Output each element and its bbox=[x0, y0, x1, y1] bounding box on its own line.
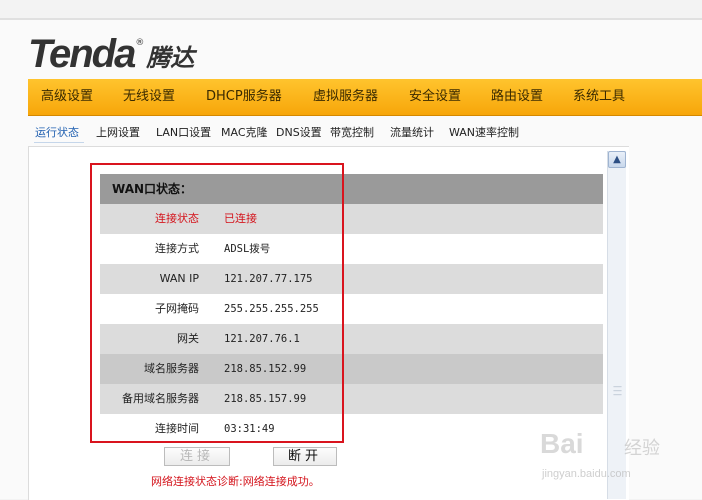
nav-wireless-settings[interactable]: 无线设置 bbox=[123, 79, 175, 115]
logo-registered-mark: ® bbox=[135, 38, 145, 48]
nav-virtual-server[interactable]: 虚拟服务器 bbox=[313, 79, 378, 115]
scroll-up-arrow-icon[interactable]: ▲ bbox=[608, 151, 626, 168]
nav-advanced-settings[interactable]: 高级设置 bbox=[41, 79, 93, 115]
nav-dhcp-server[interactable]: DHCP服务器 bbox=[206, 79, 282, 115]
watermark-logo: Bai bbox=[540, 428, 584, 459]
connection-diagnosis-message: 网络连接状态诊断:网络连接成功。 bbox=[151, 475, 320, 488]
subnav-active-indicator bbox=[34, 142, 84, 143]
connect-button[interactable]: 连接 bbox=[164, 447, 230, 466]
subnav-dns-settings[interactable]: DNS设置 bbox=[276, 122, 322, 144]
nav-system-tools[interactable]: 系统工具 bbox=[573, 79, 625, 115]
subnav-run-status[interactable]: 运行状态 bbox=[35, 122, 79, 144]
subnav-wan-speed-control[interactable]: WAN速率控制 bbox=[449, 122, 519, 144]
nav-routing-settings[interactable]: 路由设置 bbox=[491, 79, 543, 115]
nav-security-settings[interactable]: 安全设置 bbox=[409, 79, 461, 115]
disconnect-button[interactable]: 断开 bbox=[273, 447, 337, 466]
subnav-bandwidth-control[interactable]: 带宽控制 bbox=[330, 122, 374, 144]
logo-brand-text: Tenda bbox=[28, 32, 136, 76]
subnav-internet-settings[interactable]: 上网设置 bbox=[96, 122, 140, 144]
subnav-traffic-stats[interactable]: 流量统计 bbox=[390, 122, 434, 144]
baidu-jingyan-watermark: Bai 经验 jingyan.baidu.com bbox=[540, 428, 700, 488]
subnav-lan-settings[interactable]: LAN口设置 bbox=[156, 122, 211, 144]
main-navigation: 高级设置 无线设置 DHCP服务器 虚拟服务器 安全设置 路由设置 系统工具 bbox=[28, 79, 702, 116]
watermark-chinese: 经验 bbox=[624, 438, 660, 459]
sub-navigation: 运行状态 上网设置 LAN口设置 MAC克隆 DNS设置 带宽控制 流量统计 W… bbox=[28, 122, 702, 144]
tenda-logo: Tenda ® 腾达 bbox=[28, 30, 194, 74]
annotation-highlight-box bbox=[90, 163, 344, 443]
subnav-mac-clone[interactable]: MAC克隆 bbox=[221, 122, 268, 144]
watermark-url: jingyan.baidu.com bbox=[542, 468, 631, 480]
logo-chinese-text: 腾达 bbox=[146, 44, 195, 72]
scroll-grip-icon: — — — bbox=[613, 382, 622, 400]
